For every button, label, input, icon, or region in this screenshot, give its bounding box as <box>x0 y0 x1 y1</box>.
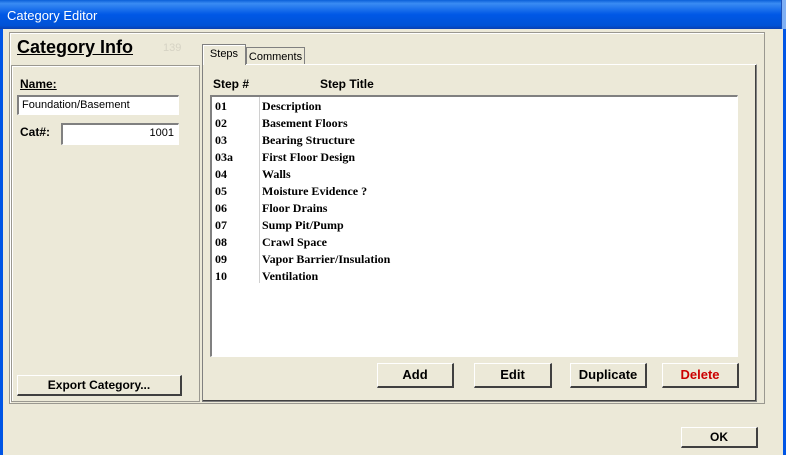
tab-steps[interactable]: Steps <box>202 44 246 65</box>
step-number: 05 <box>215 184 227 198</box>
step-title: Bearing Structure <box>262 133 355 147</box>
step-number: 07 <box>215 218 227 232</box>
list-item[interactable]: 03a First Floor Design <box>212 148 732 165</box>
step-title-column-header: Step Title <box>320 77 374 91</box>
steps-list[interactable]: 01 Description 02 Basement Floors 03 Bea… <box>210 95 738 357</box>
step-number: 10 <box>215 269 227 283</box>
title-bar-edge <box>781 0 786 29</box>
step-title: Basement Floors <box>262 116 348 130</box>
step-title: Floor Drains <box>262 201 328 215</box>
name-field[interactable]: Foundation/Basement <box>17 95 179 115</box>
step-number: 04 <box>215 167 227 181</box>
step-number: 01 <box>215 99 227 113</box>
list-item[interactable]: 06 Floor Drains <box>212 199 732 216</box>
list-item[interactable]: 10 Ventilation <box>212 267 732 284</box>
step-title: Walls <box>262 167 291 181</box>
cat-number-field[interactable]: 1001 <box>61 123 179 145</box>
list-item[interactable]: 08 Crawl Space <box>212 233 732 250</box>
category-info-panel <box>11 65 200 402</box>
cat-number-label: Cat#: <box>20 125 51 139</box>
list-item[interactable]: 07 Sump Pit/Pump <box>212 216 732 233</box>
ok-button[interactable]: OK <box>681 427 758 448</box>
step-title: Moisture Evidence ? <box>262 184 368 198</box>
edit-step-button[interactable]: Edit <box>474 363 552 388</box>
duplicate-step-button[interactable]: Duplicate <box>570 363 647 388</box>
step-number: 02 <box>215 116 227 130</box>
category-count: 139 <box>163 42 182 54</box>
list-item[interactable]: 05 Moisture Evidence ? <box>212 182 732 199</box>
tab-comments[interactable]: Comments <box>246 47 305 64</box>
window-title: Category Editor <box>7 8 98 23</box>
window-border-left <box>0 29 3 455</box>
list-item[interactable]: 09 Vapor Barrier/Insulation <box>212 250 732 267</box>
title-bar[interactable]: Category Editor <box>0 0 786 29</box>
list-item[interactable]: 02 Basement Floors <box>212 114 732 131</box>
step-number-column-header: Step # <box>213 77 250 91</box>
step-title: First Floor Design <box>262 150 356 164</box>
category-info-heading: Category Info <box>17 37 134 57</box>
step-title: Vapor Barrier/Insulation <box>262 252 391 266</box>
step-title: Crawl Space <box>262 235 327 249</box>
step-title: Description <box>262 99 322 113</box>
step-number: 06 <box>215 201 227 215</box>
list-item[interactable]: 01 Description <box>212 97 732 114</box>
add-step-button[interactable]: Add <box>377 363 454 388</box>
step-number: 03a <box>215 150 233 164</box>
name-label: Name: <box>20 77 57 91</box>
step-number: 08 <box>215 235 227 249</box>
list-item[interactable]: 04 Walls <box>212 165 732 182</box>
export-category-button[interactable]: Export Category... <box>17 375 182 396</box>
step-title: Ventilation <box>262 269 319 283</box>
step-number: 09 <box>215 252 227 266</box>
delete-step-button[interactable]: Delete <box>662 363 739 388</box>
step-title: Sump Pit/Pump <box>262 218 344 232</box>
list-item[interactable]: 03 Bearing Structure <box>212 131 732 148</box>
step-number: 03 <box>215 133 227 147</box>
